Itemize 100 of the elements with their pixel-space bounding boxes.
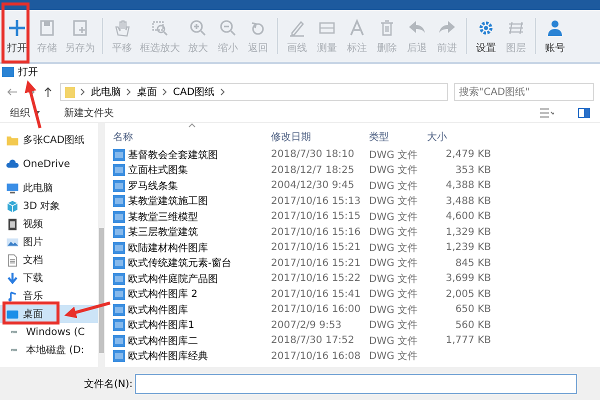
file-icon (113, 319, 125, 332)
file-type: DWG 文件 (369, 148, 419, 162)
sidebar-item[interactable]: 图片 (0, 233, 98, 251)
column-header[interactable]: 修改日期 (271, 130, 369, 144)
file-icon (113, 350, 125, 362)
modified-date: 2017/10/16 15:16 (271, 226, 362, 238)
file-name[interactable]: 立面柱式图集 (128, 163, 188, 178)
file-name[interactable]: 欧式构件图库经典 (128, 349, 208, 364)
scrollbar[interactable] (98, 123, 105, 367)
file-name[interactable]: 欧式传统建筑元素-窗台 (128, 256, 232, 270)
download-icon (6, 272, 19, 284)
file-name[interactable]: 基督教会全套建筑图 (128, 148, 218, 162)
breadcrumb-item[interactable]: CAD图纸 (173, 85, 215, 99)
file-size: 353 KB (454, 164, 491, 176)
filename-field[interactable] (134, 374, 577, 394)
sidebar-item[interactable]: OneDrive (0, 155, 98, 173)
sidebar-item[interactable]: 下载 (0, 269, 98, 287)
sidebar-item[interactable]: 文档 (0, 251, 98, 269)
file-icon (113, 272, 125, 285)
file-icon (113, 288, 125, 300)
desktop-icon (6, 308, 19, 320)
folder-icon (65, 86, 75, 98)
view-options-icon[interactable] (540, 108, 554, 118)
file-type: DWG 文件 (369, 318, 419, 332)
file-type: DWG 文件 (369, 334, 419, 348)
file-icon (113, 195, 125, 208)
file-size: 3,699 KB (444, 273, 491, 284)
file-name[interactable]: 罗马线条集 (128, 178, 178, 193)
file-size: 3,488 KB (444, 196, 491, 207)
search-field[interactable]: 搜索"CAD图纸" (454, 83, 594, 101)
file-name[interactable]: 某教堂建筑施工图 (128, 194, 208, 208)
file-size: 1,329 KB (444, 226, 491, 238)
toolbar-button[interactable]: 设置 (471, 10, 501, 62)
back-arrow-icon[interactable] (6, 86, 18, 98)
file-name[interactable]: 某教堂三维模型 (128, 210, 198, 224)
caret-icon (34, 111, 40, 115)
music-icon (6, 290, 19, 302)
file-type: DWG 文件 (369, 226, 419, 240)
sidebar-item[interactable]: 视频 (0, 215, 98, 233)
breadcrumb-item[interactable]: 桌面 (137, 85, 157, 99)
column-header[interactable]: 大小 (427, 130, 491, 144)
column-header[interactable]: 名称 (113, 130, 271, 144)
file-icon (113, 210, 125, 223)
modified-date: 2017/10/16 15:21 (271, 242, 362, 254)
up-arrow-icon[interactable] (42, 86, 54, 98)
toolbar-button[interactable]: 打开 (2, 10, 32, 62)
plus-icon (7, 18, 27, 38)
sidebar-item[interactable]: Windows (C (0, 323, 98, 341)
file-name[interactable]: 某三层教堂建筑 (128, 225, 198, 240)
modified-date: 2018/7/30 17:52 (271, 335, 356, 346)
zoom-out-icon (218, 18, 238, 38)
new-folder-button[interactable]: 新建文件夹 (64, 106, 114, 120)
sidebar-item[interactable]: 3D 对象 (0, 197, 98, 215)
modified-date: 2007/2/9 9:53 (271, 320, 343, 331)
file-name[interactable]: 欧陆建材构件图库 (128, 240, 208, 255)
modified-date: 2017/10/16 16:00 (271, 304, 362, 316)
folder-icon (6, 134, 19, 146)
sidebar-item[interactable]: 多张CAD图纸 (0, 131, 98, 149)
preview-pane-icon[interactable] (578, 108, 590, 118)
file-size: 2,005 KB (444, 288, 491, 300)
user-icon (545, 18, 565, 38)
file-type: DWG 文件 (369, 304, 419, 317)
dialog-title: 打开 (18, 66, 38, 79)
sidebar-item[interactable]: 音乐 (0, 287, 98, 305)
organize-menu[interactable]: 组织 (10, 106, 40, 120)
document-icon (6, 254, 19, 266)
file-icon (113, 148, 125, 161)
sidebar-item[interactable]: 本地磁盘 (D: (0, 341, 98, 359)
file-name[interactable]: 欧式构件图库二 (128, 334, 198, 348)
address-bar[interactable]: 此电脑 桌面 CAD图纸 (60, 83, 448, 101)
image-icon (6, 236, 19, 248)
file-icon (113, 304, 125, 316)
file-icon (113, 164, 125, 176)
chevron-icon (126, 88, 132, 96)
file-size: 4,388 KB (444, 180, 491, 192)
file-size: 1,777 KB (444, 335, 491, 346)
file-name[interactable]: 欧式构件庭院产品图 (128, 272, 218, 286)
modified-date: 2004/12/30 9:45 (271, 180, 356, 192)
file-size: 4,600 KB (444, 211, 491, 222)
file-name[interactable]: 欧式构件图库1 (128, 318, 194, 332)
film-icon (6, 218, 19, 230)
file-type: DWG 文件 (369, 256, 419, 270)
highlight-box (2, 302, 60, 324)
file-icon (113, 180, 125, 192)
breadcrumb-item[interactable]: 此电脑 (91, 85, 121, 99)
column-header[interactable]: 类型 (369, 130, 427, 144)
file-size: 845 KB (454, 258, 491, 269)
pointer-arrow (64, 302, 110, 318)
file-icon (113, 242, 125, 254)
modified-date: 2018/7/30 18:10 (271, 149, 356, 160)
file-name[interactable]: 欧式构件图库 (128, 302, 188, 317)
file-name[interactable]: 欧式构件图库 2 (128, 287, 198, 302)
toolbar-button[interactable]: 账号 (540, 10, 570, 62)
chevron-icon (162, 88, 168, 96)
highlight-box (2, 2, 30, 64)
modified-date: 2017/10/16 15:15 (271, 211, 362, 222)
sidebar-item[interactable]: 此电脑 (0, 179, 98, 197)
cloud-icon (6, 158, 19, 170)
modified-date: 2017/10/16 15:22 (271, 273, 362, 284)
file-type: DWG 文件 (369, 288, 419, 302)
